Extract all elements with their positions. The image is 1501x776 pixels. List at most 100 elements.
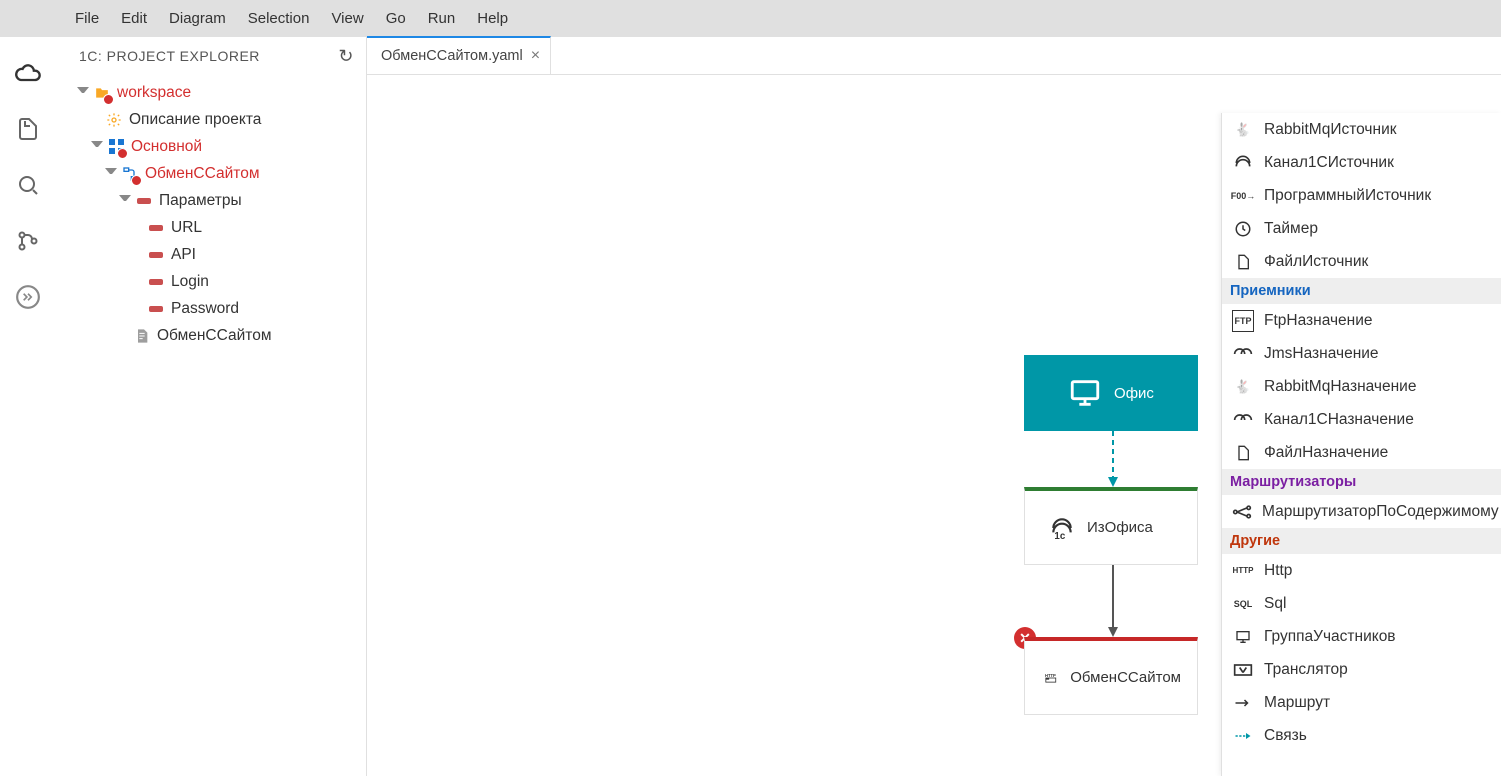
palette-jms-dest[interactable]: JmsНазначение (1222, 337, 1501, 370)
palette-program-source[interactable]: F00→ПрограммныйИсточник (1222, 179, 1501, 212)
file-icon (1232, 442, 1254, 464)
refresh-icon[interactable]: ↻ (338, 46, 354, 67)
palette-category-other: Другие (1222, 528, 1501, 554)
node-obmen-s-saitom[interactable]: HTTP ОбменССайтом (1024, 637, 1198, 715)
palette-label: Маршрут (1264, 694, 1330, 712)
file-icon (133, 327, 151, 345)
menu-view[interactable]: View (331, 10, 363, 27)
palette-label: RabbitMqНазначение (1264, 378, 1416, 396)
translator-icon (1232, 659, 1254, 681)
sidebar-title: 1C: PROJECT EXPLORER (79, 48, 260, 64)
tabbar: ОбменССайтом.yaml × (367, 37, 1501, 75)
menu-run[interactable]: Run (428, 10, 456, 27)
search-icon[interactable] (14, 171, 42, 199)
channel-1c-icon: 1c (1049, 515, 1075, 541)
svg-text:HTTP: HTTP (1045, 672, 1056, 677)
node-office[interactable]: Офис (1024, 355, 1198, 431)
chevron-down-icon (77, 87, 89, 99)
palette-label: ФайлИсточник (1264, 253, 1368, 271)
source-control-icon[interactable] (14, 227, 42, 255)
palette-label: Http (1264, 562, 1292, 580)
project-tree: workspace Описание проекта Основной (55, 75, 366, 353)
palette-ftp-dest[interactable]: FTP FtpНазначение (1222, 304, 1501, 337)
menu-help[interactable]: Help (477, 10, 508, 27)
node-label: ИзОфиса (1087, 519, 1153, 536)
menu-selection[interactable]: Selection (248, 10, 310, 27)
palette-content-router[interactable]: МаршрутизаторПоСодержимому (1222, 495, 1501, 528)
palette-translator[interactable]: Транслятор (1222, 653, 1501, 686)
flow-icon (121, 165, 139, 183)
menubar: File Edit Diagram Selection View Go Run … (0, 0, 1501, 37)
palette-label: RabbitMqИсточник (1264, 121, 1397, 139)
palette-label: JmsНазначение (1264, 345, 1379, 363)
activity-bar (0, 37, 55, 776)
palette-label: Sql (1264, 595, 1286, 613)
tree-param-api[interactable]: API (55, 241, 366, 268)
cloud-icon[interactable] (14, 59, 42, 87)
palette-category-sinks: Приемники (1222, 278, 1501, 304)
tree-label: Password (171, 300, 239, 318)
tree-exchange-file[interactable]: ОбменССайтом (55, 322, 366, 349)
palette-label: ФайлНазначение (1264, 444, 1388, 462)
file-icon (1232, 251, 1254, 273)
ftp-icon: FTP (1232, 310, 1254, 332)
palette: 🐇 RabbitMqИсточник Канал1СИсточник F00→Пр… (1221, 113, 1501, 776)
tree-label: Параметры (159, 192, 242, 210)
menu-diagram[interactable]: Diagram (169, 10, 226, 27)
palette-channel1c-dest[interactable]: Канал1СНазначение (1222, 403, 1501, 436)
tree-label: Основной (131, 138, 202, 156)
palette-file-source[interactable]: ФайлИсточник (1222, 245, 1501, 278)
jms-icon (1232, 343, 1254, 365)
palette-group[interactable]: ГруппаУчастников (1222, 620, 1501, 653)
debug-disabled-icon[interactable] (14, 283, 42, 311)
palette-label: ПрограммныйИсточник (1264, 187, 1431, 205)
tree-main[interactable]: Основной (55, 133, 366, 160)
editor: ОбменССайтом.yaml × Офис 1c ИзОфиса (367, 37, 1501, 776)
svg-text:1c: 1c (1054, 530, 1065, 540)
close-icon[interactable]: × (531, 47, 540, 65)
tree-workspace[interactable]: workspace (55, 79, 366, 106)
tree-label: Описание проекта (129, 111, 261, 129)
palette-label: Канал1СИсточник (1264, 154, 1394, 172)
menu-edit[interactable]: Edit (121, 10, 147, 27)
files-icon[interactable] (14, 115, 42, 143)
arrow-dashed-icon (1232, 725, 1254, 747)
palette-rabbitmq-source[interactable]: 🐇 RabbitMqИсточник (1222, 113, 1501, 146)
menu-go[interactable]: Go (386, 10, 406, 27)
rabbit-icon: 🐇 (1232, 119, 1254, 141)
tree-label: workspace (117, 84, 191, 102)
sidebar: 1C: PROJECT EXPLORER ↻ workspace Описани… (55, 37, 367, 776)
palette-label: FtpНазначение (1264, 312, 1373, 330)
palette-link[interactable]: Связь (1222, 719, 1501, 752)
palette-sql[interactable]: SQL Sql (1222, 587, 1501, 620)
tree-param-login[interactable]: Login (55, 268, 366, 295)
palette-channel1c-source[interactable]: Канал1СИсточник (1222, 146, 1501, 179)
palette-label: ГруппаУчастников (1264, 628, 1396, 646)
node-label: ОбменССайтом (1070, 669, 1181, 686)
tree-exchange[interactable]: ОбменССайтом (55, 160, 366, 187)
node-iz-ofisa[interactable]: 1c ИзОфиса (1024, 487, 1198, 565)
tree-label: ОбменССайтом (157, 327, 271, 345)
palette-timer[interactable]: Таймер (1222, 212, 1501, 245)
palette-rabbitmq-dest[interactable]: 🐇 RabbitMqНазначение (1222, 370, 1501, 403)
palette-label: Таймер (1264, 220, 1318, 238)
sql-icon: SQL (1232, 593, 1254, 615)
tree-label: URL (171, 219, 202, 237)
menu-file[interactable]: File (75, 10, 99, 27)
chevron-down-icon (119, 195, 131, 207)
palette-http[interactable]: HTTPHttp (1222, 554, 1501, 587)
palette-route[interactable]: Маршрут (1222, 686, 1501, 719)
palette-file-dest[interactable]: ФайлНазначение (1222, 436, 1501, 469)
tree-params[interactable]: Параметры (55, 187, 366, 214)
folder-icon (93, 84, 111, 102)
diagram-canvas[interactable]: Офис 1c ИзОфиса ✕ HTTP О (367, 75, 1501, 776)
tree-label: ОбменССайтом (145, 165, 259, 183)
rabbit-icon: 🐇 (1232, 376, 1254, 398)
tree-param-url[interactable]: URL (55, 214, 366, 241)
palette-label: МаршрутизаторПоСодержимому (1262, 503, 1499, 521)
tab-exchange-yaml[interactable]: ОбменССайтом.yaml × (367, 36, 551, 74)
tree-param-password[interactable]: Password (55, 295, 366, 322)
tree-project-desc[interactable]: Описание проекта (55, 106, 366, 133)
node-label: Офис (1114, 385, 1154, 402)
router-icon (1232, 501, 1252, 523)
